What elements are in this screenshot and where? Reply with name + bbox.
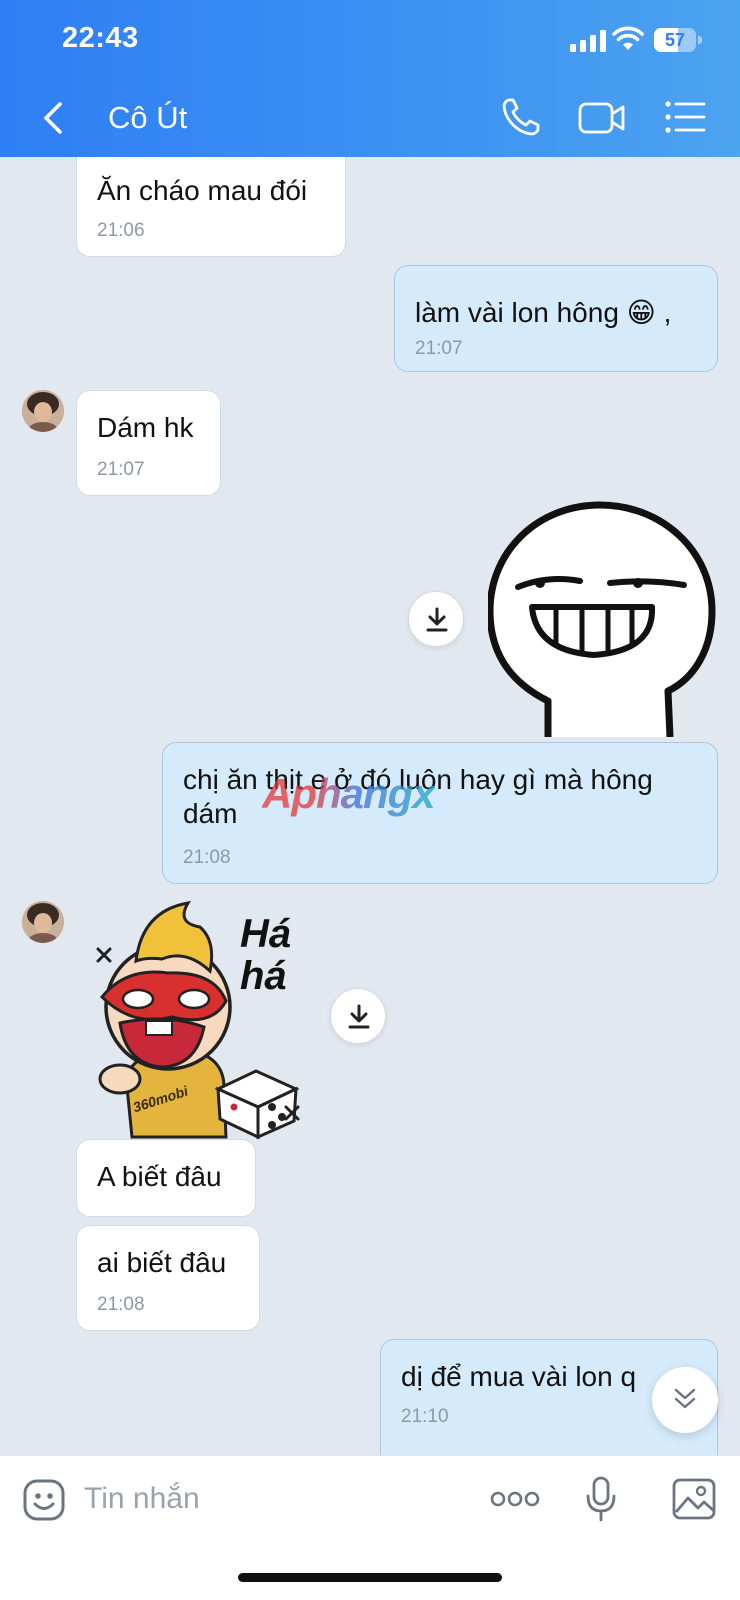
wifi-icon (612, 26, 644, 50)
message-list[interactable]: Ăn cháo mau đói 21:06 làm vài lon hông 😁… (0, 157, 740, 1455)
signal-icon (570, 30, 606, 52)
message-time: 21:07 (415, 338, 463, 359)
download-icon (426, 607, 448, 632)
composer-bar (0, 1455, 740, 1600)
home-indicator (238, 1573, 502, 1582)
battery-icon: 57 (654, 28, 702, 52)
message-input[interactable] (84, 1476, 464, 1522)
message-time: 21:07 (97, 459, 145, 480)
message-text: ai biết đâu (97, 1247, 227, 1278)
message-bubble[interactable]: A biết đâu (76, 1139, 256, 1217)
message-bubble[interactable]: ai biết đâu 21:08 (76, 1225, 260, 1331)
avatar[interactable] (22, 901, 64, 943)
chat-header: 22:43 57 Cô Út (0, 0, 740, 157)
image-icon[interactable] (672, 1478, 716, 1520)
contact-avatar-image (22, 390, 64, 432)
grinning-stickman-sticker[interactable] (488, 501, 716, 737)
scroll-to-bottom-button[interactable] (652, 1367, 718, 1433)
message-text: làm vài lon hông 😁 , (415, 297, 672, 328)
video-camera-icon[interactable] (578, 98, 626, 138)
emoji-icon[interactable] (22, 1478, 66, 1522)
status-time: 22:43 (62, 22, 139, 54)
avatar[interactable] (22, 390, 64, 432)
message-text: Ăn cháo mau đói (97, 175, 308, 206)
sticker-caption: Há há (240, 912, 292, 998)
message-bubble[interactable]: chị ăn thịt e ở đó luôn hay gì mà hông d… (162, 742, 718, 884)
message-time: 21:08 (97, 1294, 145, 1315)
message-time: 21:06 (97, 220, 145, 241)
download-button[interactable] (408, 591, 464, 647)
message-time: 21:08 (183, 847, 231, 868)
download-button[interactable] (330, 988, 386, 1044)
back-arrow-icon[interactable] (38, 98, 68, 138)
message-time: 21:10 (401, 1406, 449, 1427)
phone-icon[interactable] (500, 96, 542, 138)
laughing-boy-sticker[interactable]: Há há 360mobi (76, 901, 312, 1141)
message-bubble[interactable]: làm vài lon hông 😁 , 21:07 (394, 265, 718, 372)
message-text: Dám hk (97, 412, 194, 443)
chat-title[interactable]: Cô Út (108, 98, 187, 138)
message-text: chị ăn thịt e ở đó luôn hay gì mà hông d… (183, 764, 653, 829)
message-text: A biết đâu (97, 1161, 222, 1192)
battery-level: 57 (664, 30, 686, 50)
list-menu-icon[interactable] (664, 100, 706, 134)
double-chevron-down-icon (674, 1388, 696, 1409)
contact-avatar-image (22, 901, 64, 943)
download-icon (348, 1004, 370, 1029)
message-bubble[interactable]: Dám hk 21:07 (76, 390, 221, 496)
more-dots-icon[interactable] (490, 1484, 540, 1514)
message-bubble[interactable]: Ăn cháo mau đói 21:06 (76, 157, 346, 257)
microphone-icon[interactable] (585, 1476, 617, 1522)
